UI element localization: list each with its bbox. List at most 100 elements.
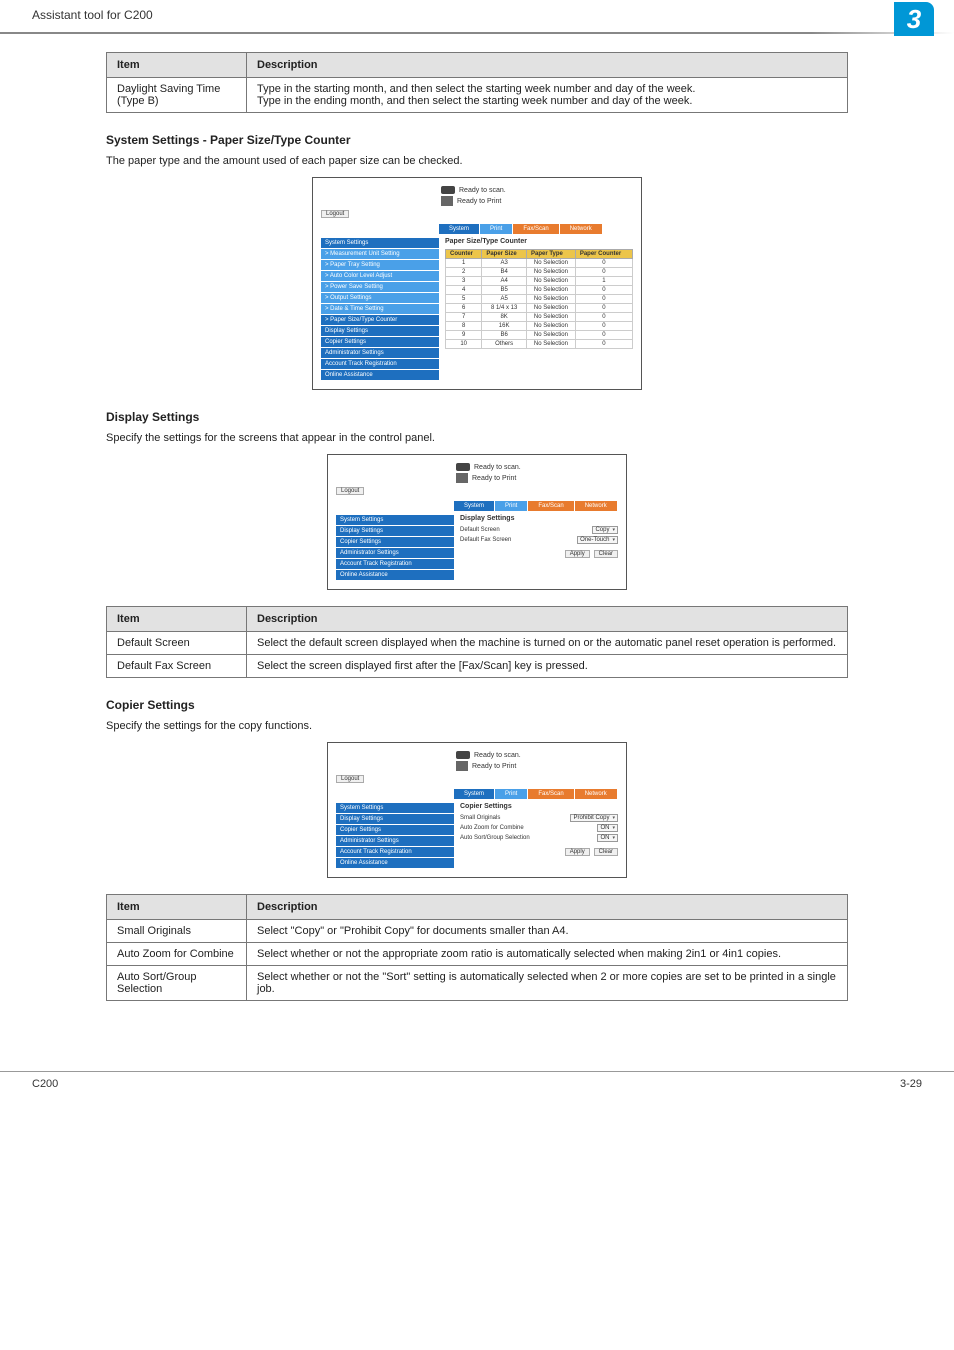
apply-button[interactable]: Apply	[565, 848, 590, 856]
tab-system[interactable]: System	[454, 501, 495, 511]
sidebar-item[interactable]: Online Assistance	[336, 858, 454, 868]
sidebar-item[interactable]: Account Track Registration	[321, 359, 439, 369]
tab-network[interactable]: Network	[575, 501, 618, 511]
sidebar-item[interactable]: > Auto Color Level Adjust	[321, 271, 439, 281]
scanner-icon	[441, 186, 455, 194]
content-title: Display Settings	[460, 515, 618, 522]
default-screen-select[interactable]: Copy	[592, 526, 618, 534]
page-header: Assistant tool for C200 3	[0, 0, 954, 32]
cell-item: Auto Sort/Group Selection	[107, 966, 247, 1001]
mini-th: Paper Counter	[575, 250, 632, 259]
screenshot-sidebar: System Settings Display Settings Copier …	[336, 803, 454, 869]
tab-print[interactable]: Print	[480, 224, 513, 234]
default-fax-screen-select[interactable]: One-Touch	[577, 536, 618, 544]
sidebar-item[interactable]: > Paper Tray Setting	[321, 260, 439, 270]
tab-network[interactable]: Network	[560, 224, 603, 234]
screenshot-copier-settings: Ready to scan. Ready to Print Logout Sys…	[327, 742, 627, 878]
field-label: Small Originals	[460, 815, 500, 821]
sidebar-item[interactable]: Display Settings	[336, 526, 454, 536]
table-row: Auto Sort/Group Selection Select whether…	[107, 966, 848, 1001]
section-title-copier: Copier Settings	[106, 698, 848, 712]
auto-zoom-select[interactable]: ON	[597, 824, 618, 832]
cell-desc: Select whether or not the appropriate zo…	[247, 943, 848, 966]
table-row: Small Originals Select "Copy" or "Prohib…	[107, 920, 848, 943]
printer-icon	[456, 761, 468, 771]
printer-icon	[456, 473, 468, 483]
sidebar-item[interactable]: System Settings	[336, 803, 454, 813]
field-label: Auto Zoom for Combine	[460, 825, 524, 831]
screenshot-display-settings: Ready to scan. Ready to Print Logout Sys…	[327, 454, 627, 590]
sidebar-item[interactable]: > Measurement Unit Setting	[321, 249, 439, 259]
content-title: Paper Size/Type Counter	[445, 238, 633, 245]
table-row: Auto Zoom for Combine Select whether or …	[107, 943, 848, 966]
tab-network[interactable]: Network	[575, 789, 618, 799]
sidebar-item[interactable]: > Date & Time Setting	[321, 304, 439, 314]
table-header-desc: Description	[247, 53, 848, 78]
tab-faxscan[interactable]: Fax/Scan	[528, 501, 574, 511]
logout-button[interactable]: Logout	[336, 487, 364, 495]
sidebar-item[interactable]: Account Track Registration	[336, 559, 454, 569]
cell-item: Default Screen	[107, 632, 247, 655]
footer-left: C200	[32, 1078, 58, 1090]
clear-button[interactable]: Clear	[594, 550, 618, 558]
content-title: Copier Settings	[460, 803, 618, 810]
sidebar-item[interactable]: > Output Settings	[321, 293, 439, 303]
cell-desc: Select the screen displayed first after …	[247, 655, 848, 678]
table-header-item: Item	[107, 607, 247, 632]
section-desc-paper: The paper type and the amount used of ea…	[106, 155, 848, 167]
sidebar-item[interactable]: Administrator Settings	[336, 548, 454, 558]
cell-desc: Type in the starting month, and then sel…	[247, 78, 848, 113]
sidebar-item[interactable]: Administrator Settings	[336, 836, 454, 846]
mini-th: Counter	[446, 250, 482, 259]
tab-system[interactable]: System	[454, 789, 495, 799]
table-row: Default Screen Select the default screen…	[107, 632, 848, 655]
auto-sort-select[interactable]: ON	[597, 834, 618, 842]
tab-print[interactable]: Print	[495, 789, 528, 799]
paper-counter-table: Counter Paper Size Paper Type Paper Coun…	[445, 249, 633, 349]
sidebar-item[interactable]: Display Settings	[321, 326, 439, 336]
tab-faxscan[interactable]: Fax/Scan	[528, 789, 574, 799]
footer-right: 3-29	[900, 1078, 922, 1090]
sidebar-item[interactable]: Online Assistance	[321, 370, 439, 380]
sidebar-item[interactable]: > Paper Size/Type Counter	[321, 315, 439, 325]
status-scan: Ready to scan.	[474, 464, 521, 471]
tab-system[interactable]: System	[439, 224, 480, 234]
header-left-text: Assistant tool for C200	[32, 8, 153, 22]
table-display: Item Description Default Screen Select t…	[106, 606, 848, 678]
sidebar-item[interactable]: Copier Settings	[336, 825, 454, 835]
sidebar-item[interactable]: > Power Save Setting	[321, 282, 439, 292]
cell-desc: Select "Copy" or "Prohibit Copy" for doc…	[247, 920, 848, 943]
sidebar-item[interactable]: Display Settings	[336, 814, 454, 824]
status-print: Ready to Print	[472, 475, 516, 482]
sidebar-item[interactable]: System Settings	[321, 238, 439, 248]
logout-button[interactable]: Logout	[321, 210, 349, 218]
logout-button[interactable]: Logout	[336, 775, 364, 783]
sidebar-item[interactable]: System Settings	[336, 515, 454, 525]
tab-print[interactable]: Print	[495, 501, 528, 511]
clear-button[interactable]: Clear	[594, 848, 618, 856]
sidebar-item[interactable]: Copier Settings	[321, 337, 439, 347]
status-print: Ready to Print	[472, 763, 516, 770]
apply-button[interactable]: Apply	[565, 550, 590, 558]
table-header-item: Item	[107, 53, 247, 78]
cell-desc: Select the default screen displayed when…	[247, 632, 848, 655]
screenshot-sidebar: System Settings Display Settings Copier …	[336, 515, 454, 581]
section-desc-display: Specify the settings for the screens tha…	[106, 432, 848, 444]
table-row: Daylight Saving Time (Type B) Type in th…	[107, 78, 848, 113]
tab-faxscan[interactable]: Fax/Scan	[513, 224, 559, 234]
cell-desc: Select whether or not the "Sort" setting…	[247, 966, 848, 1001]
table-copier: Item Description Small Originals Select …	[106, 894, 848, 1001]
mini-th: Paper Size	[482, 250, 527, 259]
sidebar-item[interactable]: Online Assistance	[336, 570, 454, 580]
field-label: Default Fax Screen	[460, 537, 511, 543]
sidebar-item[interactable]: Copier Settings	[336, 537, 454, 547]
sidebar-item[interactable]: Account Track Registration	[336, 847, 454, 857]
field-label: Default Screen	[460, 527, 500, 533]
section-title-display: Display Settings	[106, 410, 848, 424]
table-header-item: Item	[107, 895, 247, 920]
table-header-desc: Description	[247, 895, 848, 920]
sidebar-item[interactable]: Administrator Settings	[321, 348, 439, 358]
printer-icon	[441, 196, 453, 206]
status-scan: Ready to scan.	[459, 187, 506, 194]
small-originals-select[interactable]: Prohibit Copy	[570, 814, 618, 822]
